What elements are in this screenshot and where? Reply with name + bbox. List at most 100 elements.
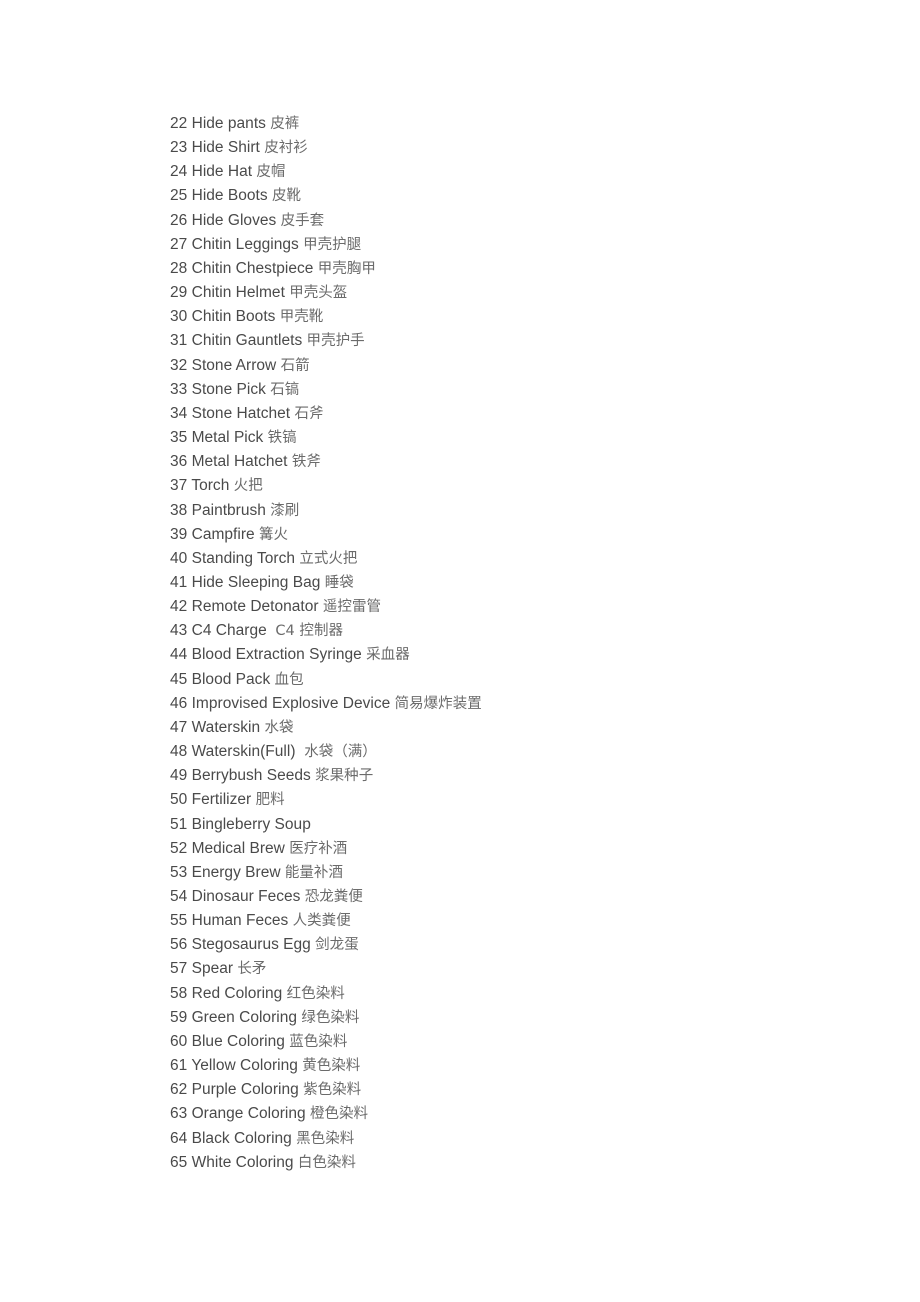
list-item: 57 Spear 长矛	[170, 957, 870, 981]
list-item: 54 Dinosaur Feces 恐龙粪便	[170, 885, 870, 909]
item-name-chinese: 皮帽	[256, 164, 286, 181]
item-name-chinese: 皮手套	[280, 212, 325, 229]
item-index: 64	[170, 1129, 188, 1147]
item-name-english: Hide Sleeping Bag	[191, 573, 321, 591]
list-item: 61 Yellow Coloring 黄色染料	[170, 1054, 870, 1078]
item-name-chinese: 白色染料	[297, 1154, 356, 1171]
item-index: 58	[170, 984, 188, 1002]
item-name-english: Blood Extraction Syringe	[191, 646, 362, 664]
item-name-english: Paintbrush	[191, 501, 266, 519]
list-item: 28 Chitin Chestpiece 甲壳胸甲	[170, 257, 870, 281]
item-index: 48	[170, 743, 188, 761]
item-name-english: Purple Coloring	[191, 1081, 299, 1099]
item-name-english: Human Feces	[191, 912, 289, 930]
item-name-english: Standing Torch	[191, 549, 296, 567]
item-name-chinese: 水袋（满）	[304, 744, 377, 761]
item-index: 56	[170, 936, 188, 954]
item-name-chinese: 紫色染料	[303, 1082, 362, 1099]
item-index: 29	[170, 284, 188, 302]
item-index: 22	[170, 115, 188, 132]
item-index: 30	[170, 308, 188, 326]
item-index: 51	[170, 815, 188, 833]
item-name-chinese: 黄色染料	[302, 1058, 361, 1075]
item-name-english: Fertilizer	[191, 791, 252, 809]
item-name-chinese: 甲壳护腿	[303, 236, 362, 253]
item-name-english: C4 Charge	[191, 622, 272, 640]
item-index: 59	[170, 1008, 188, 1026]
item-name-english: Green Coloring	[191, 1008, 297, 1026]
item-name-chinese: 蓝色染料	[289, 1033, 348, 1050]
item-name-chinese: 遥控雷管	[322, 599, 381, 616]
item-name-english: Berrybush Seeds	[191, 767, 311, 785]
item-name-english: Black Coloring	[191, 1129, 292, 1147]
item-index: 32	[170, 356, 188, 374]
item-name-english: Torch	[191, 477, 230, 495]
item-name-chinese: 人类粪便	[292, 913, 351, 930]
item-name-chinese: 石镐	[270, 381, 300, 398]
item-name-chinese: 皮裤	[270, 116, 300, 132]
item-index: 36	[170, 453, 188, 471]
item-name-english: Improvised Explosive Device	[191, 694, 391, 712]
item-index: 33	[170, 380, 188, 398]
list-item: 37 Torch 火把	[170, 474, 870, 498]
item-name-chinese: 浆果种子	[315, 768, 374, 785]
item-name-chinese: 甲壳护手	[306, 333, 365, 350]
list-item: 22 Hide pants 皮裤	[170, 112, 870, 136]
item-name-english: Metal Hatchet	[191, 453, 288, 471]
item-list: 22 Hide pants 皮裤 23 Hide Shirt 皮衬衫 24 Hide…	[170, 112, 870, 1175]
item-name-chinese: 甲壳头盔	[289, 285, 348, 302]
list-item: 38 Paintbrush 漆刷	[170, 499, 870, 523]
item-name-english: Stone Arrow	[191, 356, 277, 374]
item-name-english: Hide Hat	[191, 163, 253, 181]
item-name-chinese: 皮靴	[271, 188, 302, 205]
item-name-english: Medical Brew	[191, 839, 285, 857]
item-name-chinese: 皮衬衫	[264, 140, 308, 157]
list-item: 45 Blood Pack 血包	[170, 668, 870, 692]
item-name-english: Dinosaur Feces	[191, 888, 301, 905]
item-name-english: Chitin Helmet	[191, 284, 285, 302]
item-index: 38	[170, 501, 188, 519]
list-item: 50 Fertilizer 肥料	[170, 788, 870, 812]
document-page: 22 Hide pants 皮裤 23 Hide Shirt 皮衬衫 24 Hide…	[0, 0, 920, 1302]
item-name-english: Stone Pick	[191, 380, 266, 398]
item-name-english: Waterskin(Full)	[191, 743, 300, 761]
item-index: 65	[170, 1153, 188, 1171]
item-name-chinese: 铁镐	[267, 430, 297, 447]
list-item: 35 Metal Pick 铁镐	[170, 426, 870, 450]
item-name-english: Metal Pick	[191, 429, 264, 447]
list-item: 29 Chitin Helmet 甲壳头盔	[170, 281, 870, 305]
item-name-chinese: 医疗补酒	[289, 840, 348, 857]
item-name-chinese: 长矛	[237, 961, 267, 978]
list-item: 58 Red Coloring 红色染料	[170, 982, 870, 1006]
list-item: 55 Human Feces 人类粪便	[170, 909, 870, 933]
list-item: 44 Blood Extraction Syringe 采血器	[170, 643, 870, 667]
list-item: 43 C4 Charge C4 控制器	[170, 619, 870, 643]
item-index: 40	[170, 549, 188, 567]
item-index: 28	[170, 259, 188, 277]
item-name-english: Blue Coloring	[191, 1032, 285, 1050]
item-index: 37	[170, 477, 188, 495]
item-index: 39	[170, 525, 188, 543]
list-item: 51 Bingleberry Soup	[170, 813, 870, 837]
item-index: 46	[170, 694, 188, 712]
item-index: 53	[170, 863, 188, 881]
list-item: 27 Chitin Leggings 甲壳护腿	[170, 233, 870, 257]
item-name-chinese: 睡袋	[324, 574, 354, 591]
item-index: 43	[170, 622, 188, 640]
item-index: 24	[170, 163, 188, 181]
item-index: 26	[170, 211, 188, 229]
item-name-english: Hide pants	[191, 115, 266, 132]
list-item: 49 Berrybush Seeds 浆果种子	[170, 764, 870, 788]
item-name-english: Blood Pack	[191, 670, 271, 688]
item-index: 31	[170, 332, 188, 350]
list-item: 42 Remote Detonator 遥控雷管	[170, 595, 870, 619]
item-name-chinese: 能量补酒	[284, 864, 343, 881]
item-index: 55	[170, 912, 188, 930]
item-name-english: Campfire	[191, 525, 255, 543]
item-name-chinese: 剑龙蛋	[315, 937, 359, 954]
item-name-chinese: 黑色染料	[296, 1130, 355, 1147]
item-index: 54	[170, 888, 188, 905]
item-name-chinese: 恐龙粪便	[304, 889, 363, 905]
item-name-chinese: 篝火	[258, 526, 289, 543]
item-name-english: Waterskin	[191, 718, 261, 736]
